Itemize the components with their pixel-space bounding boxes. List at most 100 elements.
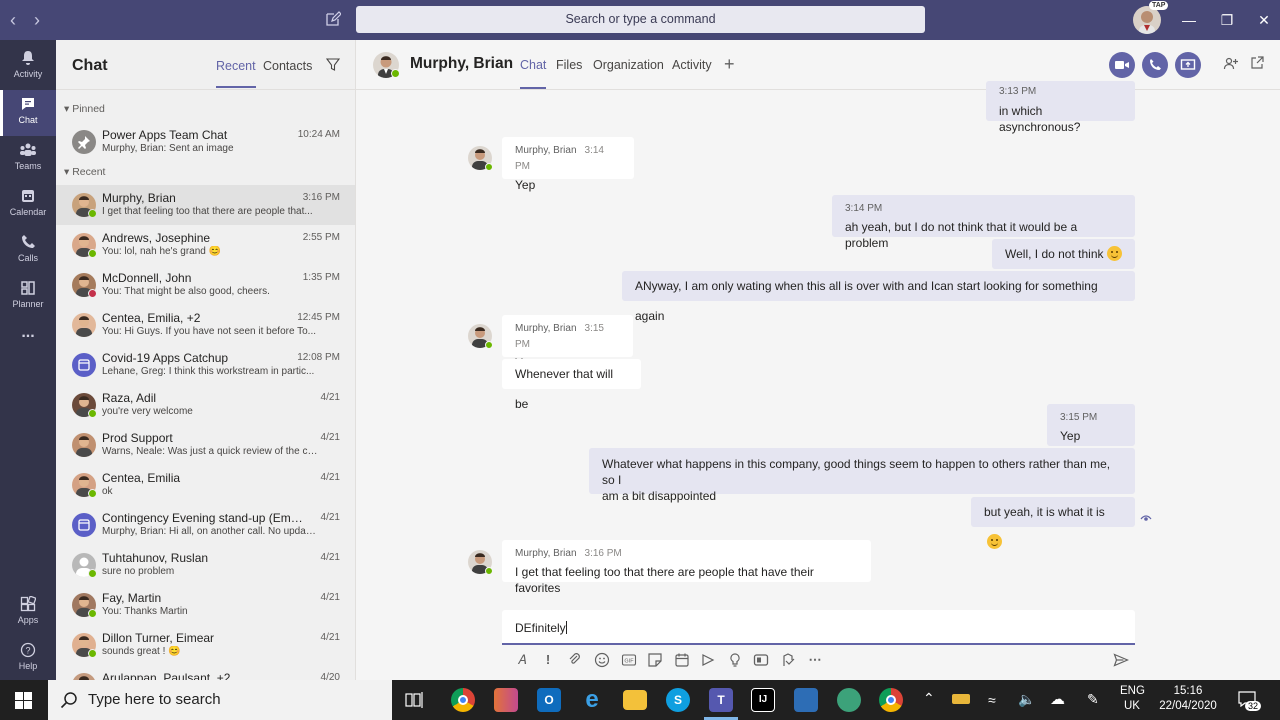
rail-planner[interactable]: Planner: [0, 274, 56, 320]
avatar: [72, 513, 96, 537]
skype-icon[interactable]: S: [666, 688, 690, 712]
battery-icon[interactable]: [952, 694, 970, 704]
gif-icon[interactable]: GIF: [621, 652, 637, 668]
chat-item[interactable]: Centea, Emilia ok 4/21: [56, 465, 355, 505]
message-incoming[interactable]: Whenever that will be: [502, 359, 641, 411]
file-explorer-icon[interactable]: [623, 690, 647, 710]
outlook-icon[interactable]: O: [537, 688, 561, 712]
chat-item[interactable]: Covid-19 Apps Catchup Lehane, Greg: I thi…: [56, 345, 355, 385]
back-arrow-icon[interactable]: ‹: [10, 10, 16, 30]
chat-item[interactable]: McDonnell, John You: That might be also g…: [56, 265, 355, 305]
compose-input[interactable]: DEfinitely: [502, 610, 1135, 645]
tab-activity[interactable]: Activity: [672, 58, 712, 72]
intellij-icon[interactable]: IJ: [751, 688, 775, 712]
message-incoming[interactable]: Murphy, Brian 3:14 PM Yep: [502, 137, 634, 192]
message-incoming[interactable]: Murphy, Brian3:15 PM Yep same: [502, 315, 633, 370]
message-outgoing[interactable]: but yeah, it is what it is: [971, 497, 1135, 549]
rail-activity[interactable]: Activity: [0, 44, 56, 90]
whiteboard-icon[interactable]: [753, 652, 769, 668]
chat-item[interactable]: Andrews, Josephine You: lol, nah he's gra…: [56, 225, 355, 265]
send-icon[interactable]: [1113, 652, 1129, 668]
video-call-button[interactable]: [1109, 52, 1135, 78]
more-options-icon[interactable]: ⋯: [807, 652, 823, 668]
rail-calls[interactable]: Calls: [0, 228, 56, 274]
share-screen-button[interactable]: [1175, 52, 1201, 78]
chat-name: Prod Support: [102, 431, 173, 445]
apps-icon: [20, 596, 36, 612]
add-people-icon[interactable]: [1223, 56, 1239, 72]
stream-icon[interactable]: [700, 652, 716, 668]
more-apps-icon[interactable]: ...: [0, 324, 56, 370]
chat-item[interactable]: Centea, Emilia, +2 You: Hi Guys. If you h…: [56, 305, 355, 345]
rail-teams[interactable]: Teams: [0, 136, 56, 182]
edge-icon[interactable]: e: [580, 688, 604, 712]
rail-chat[interactable]: Chat: [0, 90, 56, 136]
search-placeholder: Type here to search: [88, 691, 221, 708]
important-icon[interactable]: !: [540, 652, 556, 668]
chat-item[interactable]: Contingency Evening stand-up (Emerg... Mu…: [56, 505, 355, 545]
message-outgoing[interactable]: 3:14 PM ah yeah, but I do not think that…: [832, 195, 1135, 250]
language-indicator[interactable]: ENG UK: [1120, 685, 1145, 712]
new-chat-icon[interactable]: [325, 11, 341, 27]
chat-item[interactable]: Power Apps Team Chat Murphy, Brian: Sent…: [56, 122, 355, 162]
chat-icon: [22, 98, 34, 110]
wifi-icon[interactable]: ≈: [988, 692, 996, 708]
volume-icon[interactable]: 🔈: [1018, 691, 1035, 708]
windows-start-icon[interactable]: [15, 692, 32, 709]
chat-item[interactable]: Arulappan, Paulsant, +2 4/20: [56, 665, 355, 680]
add-tab-icon[interactable]: +: [724, 54, 735, 75]
maximize-button[interactable]: ❐: [1215, 8, 1239, 32]
chrome-icon[interactable]: [451, 688, 475, 712]
chrome-icon[interactable]: [879, 688, 903, 712]
approvals-icon[interactable]: [780, 652, 796, 668]
openai-app-icon[interactable]: [837, 688, 861, 712]
group-recent[interactable]: ▾ Recent: [64, 166, 105, 178]
group-pinned[interactable]: ▾ Pinned: [64, 103, 105, 115]
chat-item[interactable]: Tuhtahunov, Ruslan sure no problem 4/21: [56, 545, 355, 585]
chat-time: 4/20: [320, 672, 340, 680]
rail-apps[interactable]: Apps: [0, 590, 56, 636]
message-outgoing[interactable]: 3:15 PM Yep: [1047, 404, 1135, 446]
tab-organization[interactable]: Organization: [593, 58, 664, 72]
chat-item[interactable]: Dillon Turner, Eimear sounds great ! 😊 4/2…: [56, 625, 355, 665]
forward-arrow-icon[interactable]: ›: [34, 10, 40, 30]
emoji-icon[interactable]: [594, 652, 610, 668]
tab-recent[interactable]: Recent: [216, 59, 256, 88]
message-outgoing[interactable]: ANyway, I am only wating when this all i…: [622, 271, 1135, 323]
sticker-icon[interactable]: [647, 652, 663, 668]
rail-help[interactable]: ? Help: [0, 636, 56, 682]
onedrive-icon[interactable]: ☁: [1050, 690, 1065, 708]
chat-item[interactable]: Fay, Martin You: Thanks Martin 4/21: [56, 585, 355, 625]
chat-item[interactable]: Prod Support Warns, Neale: Was just a qui…: [56, 425, 355, 465]
tab-contacts[interactable]: Contacts: [263, 59, 312, 73]
rail-calendar[interactable]: Calendar: [0, 182, 56, 228]
filter-icon[interactable]: [326, 58, 340, 72]
task-view-icon[interactable]: [405, 691, 425, 709]
tab-files[interactable]: Files: [556, 58, 582, 72]
message-outgoing[interactable]: Whatever what happens in this company, g…: [589, 448, 1135, 503]
remote-desktop-icon[interactable]: [794, 688, 818, 712]
clock[interactable]: 15:16 22/04/2020: [1155, 685, 1221, 712]
tab-chat[interactable]: Chat: [520, 58, 547, 89]
meet-now-icon[interactable]: [674, 652, 690, 668]
message-outgoing[interactable]: 3:13 PM in which asynchronous?: [986, 81, 1135, 134]
chat-item[interactable]: Murphy, Brian I get that feeling too that…: [56, 185, 355, 225]
taskbar-search-input[interactable]: Type here to search: [48, 680, 392, 720]
tray-overflow-icon[interactable]: ⌃: [923, 690, 935, 707]
status-dot: [88, 249, 97, 258]
search-input[interactable]: Search or type a command: [356, 6, 925, 33]
minimize-button[interactable]: —: [1177, 8, 1201, 32]
attach-icon[interactable]: [567, 652, 583, 668]
close-button[interactable]: ✕: [1252, 8, 1276, 32]
jetbrains-toolbox-icon[interactable]: [494, 688, 518, 712]
pop-out-icon[interactable]: [1250, 56, 1264, 70]
format-icon[interactable]: 𝐴: [514, 652, 530, 668]
chat-item[interactable]: Raza, Adil you're very welcome 4/21: [56, 385, 355, 425]
profile-avatar[interactable]: [1133, 6, 1161, 34]
message-incoming[interactable]: Murphy, Brian 3:16 PM I get that feeling …: [502, 540, 871, 595]
teams-app-icon[interactable]: T: [709, 688, 733, 712]
pen-icon[interactable]: ✎: [1087, 691, 1099, 708]
praise-icon[interactable]: [727, 652, 743, 668]
audio-call-button[interactable]: [1142, 52, 1168, 78]
message-outgoing[interactable]: Well, I do not think: [992, 239, 1135, 269]
